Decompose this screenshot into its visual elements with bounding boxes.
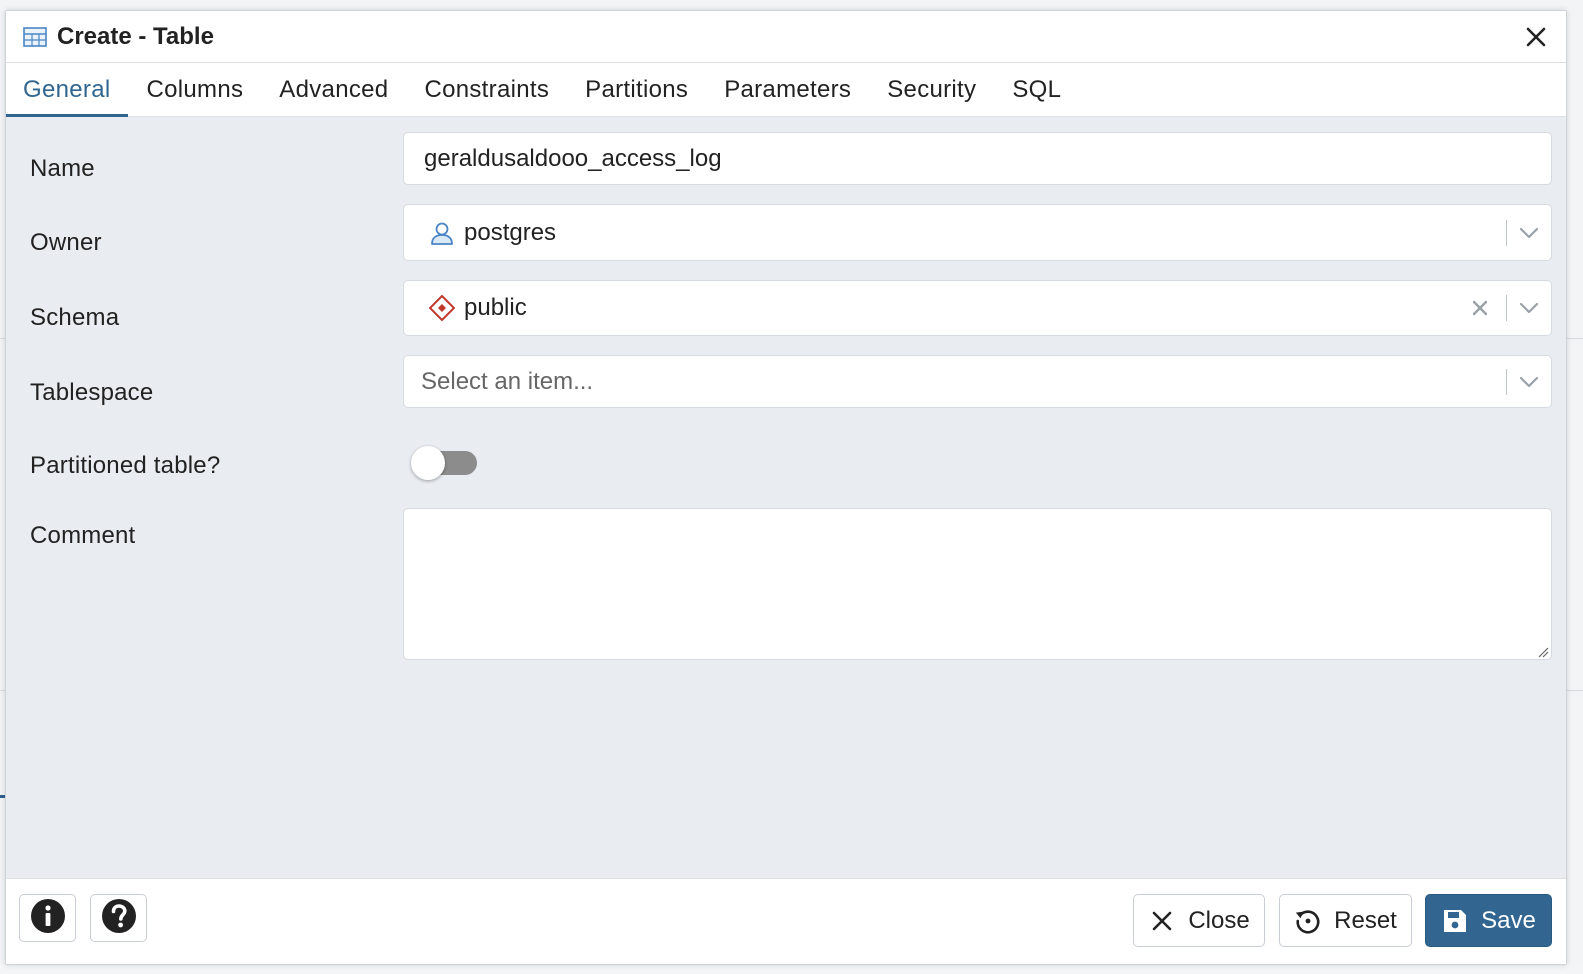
partitioned-label: Partitioned table?	[30, 452, 221, 479]
tab-bar: General Columns Advanced Constraints Par…	[6, 63, 1566, 117]
tab-security[interactable]: Security	[869, 63, 994, 116]
owner-select[interactable]: postgres	[403, 204, 1552, 261]
create-table-dialog: Create - Table General Columns Advanced …	[5, 10, 1567, 965]
help-button[interactable]	[90, 894, 147, 942]
tab-general[interactable]: General	[6, 63, 129, 117]
name-field[interactable]: geraldusaldooo_access_log	[403, 132, 1552, 185]
owner-value: postgres	[464, 218, 557, 246]
tab-parameters[interactable]: Parameters	[706, 63, 869, 116]
schema-select-controls	[1468, 281, 1551, 335]
table-icon	[23, 26, 47, 48]
owner-select-controls	[1496, 205, 1551, 260]
tab-partitions[interactable]: Partitions	[567, 63, 706, 116]
close-icon[interactable]	[1522, 23, 1550, 51]
background-strip	[0, 964, 1583, 974]
tab-sql[interactable]: SQL	[994, 63, 1079, 116]
user-icon	[428, 219, 456, 247]
tablespace-select[interactable]: Select an item...	[403, 355, 1552, 408]
schema-label: Schema	[30, 304, 120, 331]
schema-value: public	[464, 294, 527, 321]
help-icon	[101, 898, 137, 939]
close-icon	[1148, 907, 1176, 935]
comment-textarea[interactable]	[403, 508, 1552, 660]
save-button-label: Save	[1481, 906, 1536, 934]
info-icon	[30, 898, 66, 939]
tab-advanced[interactable]: Advanced	[261, 63, 406, 116]
tablespace-select-controls	[1496, 356, 1551, 407]
schema-diamond-icon	[428, 294, 456, 322]
tablespace-placeholder: Select an item...	[421, 367, 594, 395]
select-separator	[1506, 368, 1507, 395]
reset-button-label: Reset	[1334, 906, 1397, 934]
close-button-label: Close	[1188, 906, 1250, 934]
name-value: geraldusaldooo_access_log	[424, 144, 722, 172]
resize-grip-icon[interactable]	[1537, 645, 1549, 658]
reset-button[interactable]: Reset	[1279, 894, 1412, 947]
reset-icon	[1294, 907, 1322, 935]
chevron-down-icon[interactable]	[1517, 296, 1541, 320]
info-button[interactable]	[19, 894, 76, 942]
clear-icon[interactable]	[1468, 296, 1492, 320]
schema-select[interactable]: public	[403, 280, 1552, 336]
toggle-knob	[411, 446, 445, 480]
tablespace-label: Tablespace	[30, 379, 154, 406]
save-icon	[1441, 907, 1469, 935]
owner-label: Owner	[30, 229, 102, 256]
select-separator	[1506, 219, 1507, 246]
dialog-title: Create - Table	[57, 22, 214, 50]
general-form: Name geraldusaldooo_access_log Owner pos…	[6, 118, 1566, 881]
save-button[interactable]: Save	[1425, 894, 1552, 947]
name-label: Name	[30, 155, 95, 182]
tab-columns[interactable]: Columns	[128, 63, 261, 116]
dialog-footer: Close Reset Save	[6, 878, 1566, 964]
close-button[interactable]: Close	[1133, 894, 1265, 947]
partitioned-toggle[interactable]	[411, 446, 477, 480]
chevron-down-icon[interactable]	[1517, 221, 1541, 245]
tab-constraints[interactable]: Constraints	[406, 63, 567, 116]
select-separator	[1506, 295, 1507, 321]
comment-label: Comment	[30, 522, 136, 549]
chevron-down-icon[interactable]	[1517, 370, 1541, 394]
dialog-titlebar: Create - Table	[6, 11, 1566, 63]
